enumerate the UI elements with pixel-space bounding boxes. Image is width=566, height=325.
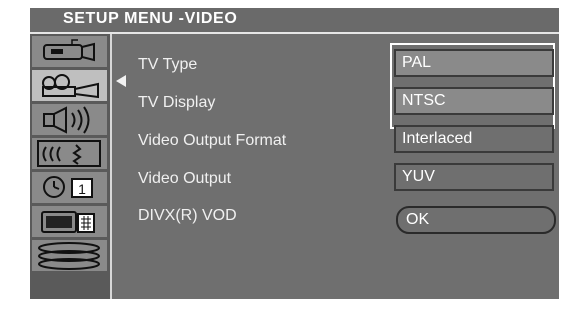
setup-menu-screen: SETUP MENU -VIDEO 1 TV Type TV Display V…: [30, 8, 559, 299]
sidebar-item-video[interactable]: [32, 70, 109, 101]
timer-icon: 1: [43, 176, 93, 198]
bottom-margin: [0, 300, 566, 325]
divx-vod-ok-button[interactable]: OK: [396, 206, 556, 234]
sidebar-item-general[interactable]: [32, 36, 109, 67]
value-pal-option[interactable]: PAL: [394, 49, 554, 77]
page-title: SETUP MENU -VIDEO: [63, 10, 238, 27]
sidebar-item-audio[interactable]: [32, 104, 109, 135]
menu-label-tv-display[interactable]: TV Display: [138, 94, 215, 112]
sidebar-item-sound-effects[interactable]: [32, 138, 109, 169]
sidebar-divider: [110, 34, 112, 299]
menu-label-video-output[interactable]: Video Output: [138, 170, 231, 188]
title-bar: SETUP MENU -VIDEO: [30, 8, 559, 34]
sidebar-item-disc[interactable]: [32, 240, 109, 271]
value-ntsc-option[interactable]: NTSC: [394, 87, 554, 115]
audio-wave-icon: [37, 140, 101, 167]
selection-pointer-icon: [116, 75, 126, 87]
menu-label-divx-vod[interactable]: DIVX(R) VOD: [138, 207, 237, 225]
speaker-icon: [43, 106, 90, 134]
menu-label-video-output-format[interactable]: Video Output Format: [138, 132, 286, 150]
tv-remote-icon: [41, 211, 95, 233]
value-video-output[interactable]: YUV: [394, 163, 554, 191]
sidebar-item-timer[interactable]: 1: [32, 172, 109, 203]
camcorder-icon: [43, 39, 95, 62]
disc-stack-icon: [38, 242, 100, 270]
menu-label-tv-type[interactable]: TV Type: [138, 56, 197, 74]
value-video-output-format[interactable]: Interlaced: [394, 125, 554, 153]
projector-icon: [42, 74, 99, 99]
sidebar-item-display[interactable]: [32, 206, 109, 237]
timer-digit: 1: [78, 181, 86, 197]
sidebar: 1: [30, 34, 110, 299]
